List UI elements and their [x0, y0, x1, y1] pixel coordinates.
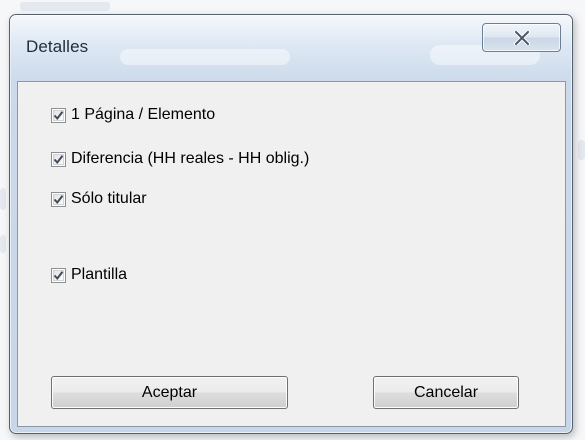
accept-button[interactable]: Aceptar	[51, 376, 288, 409]
option-label: Sólo titular	[71, 190, 147, 207]
cancel-button[interactable]: Cancelar	[373, 376, 519, 409]
option-one-page-per-element[interactable]: 1 Página / Elemento	[51, 104, 215, 126]
background-streak	[578, 140, 585, 160]
close-button[interactable]	[482, 23, 561, 52]
option-label: Plantilla	[71, 266, 128, 283]
dialog-client-area: 1 Página / Elemento Diferencia (HH reale…	[17, 81, 566, 427]
option-template[interactable]: Plantilla	[51, 264, 127, 286]
checkmark-icon	[53, 270, 64, 280]
background-streak	[0, 235, 6, 253]
checkbox[interactable]	[51, 191, 66, 207]
background-streak	[20, 2, 110, 11]
background-streak	[0, 188, 6, 210]
checkmark-icon	[53, 110, 64, 120]
option-label: 1 Página / Elemento	[71, 106, 216, 123]
close-icon	[513, 30, 530, 45]
checkmark-icon	[53, 154, 64, 164]
option-difference[interactable]: Diferencia (HH reales - HH oblig.)	[51, 148, 309, 170]
option-holder-only[interactable]: Sólo titular	[51, 188, 147, 210]
checkbox[interactable]	[51, 267, 66, 283]
option-label: Diferencia (HH reales - HH oblig.)	[71, 150, 310, 167]
checkbox[interactable]	[51, 151, 66, 167]
checkmark-icon	[53, 194, 64, 204]
details-dialog: Detalles 1 Página / Elemento Diferencia …	[9, 14, 573, 434]
dialog-title: Detalles	[26, 37, 89, 56]
checkbox[interactable]	[51, 107, 66, 123]
